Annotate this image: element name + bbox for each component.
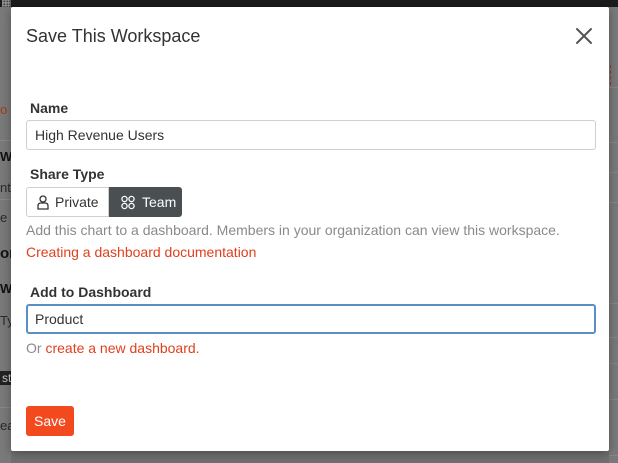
dashboard-label: Add to Dashboard (30, 284, 152, 300)
or-prefix: Or (26, 340, 46, 356)
share-type-toggle: Private Team (26, 187, 182, 217)
background-divider (609, 399, 618, 400)
background-divider (0, 199, 11, 200)
background-left-strip: o c Wh nt e ori Wh Ty st ea (0, 7, 20, 463)
background-divider (609, 142, 618, 143)
team-icon (120, 195, 136, 210)
create-dashboard-link[interactable]: create a new dashboard. (45, 340, 199, 356)
save-workspace-dialog: Save This Workspace Name Share Type Priv… (11, 7, 609, 451)
dashboard-documentation-link[interactable]: Creating a dashboard documentation (26, 244, 256, 260)
create-dashboard-line: Or create a new dashboard. (26, 340, 200, 356)
background-divider (609, 87, 618, 88)
background-divider (609, 337, 618, 338)
share-team-button[interactable]: Team (109, 187, 182, 217)
background-fragment: e (0, 210, 8, 225)
person-icon (37, 194, 49, 210)
background-divider (609, 172, 618, 173)
dialog-title: Save This Workspace (26, 26, 201, 46)
share-private-label: Private (55, 194, 99, 210)
name-label: Name (30, 100, 69, 116)
share-private-button[interactable]: Private (26, 187, 109, 217)
share-team-label: Team (142, 194, 177, 210)
close-icon (576, 28, 592, 44)
background-fragment: nt (0, 180, 11, 195)
background-right-strip (609, 7, 618, 463)
close-button[interactable] (574, 26, 594, 46)
background-dashed-border (610, 65, 618, 85)
share-type-label: Share Type (30, 166, 105, 182)
background-divider (609, 303, 618, 304)
dashboard-input[interactable] (26, 304, 596, 334)
background-divider (609, 363, 618, 364)
background-divider (609, 455, 618, 456)
share-help-text: Add this chart to a dashboard. Members i… (26, 222, 560, 238)
background-divider (0, 140, 11, 141)
background-divider (609, 202, 618, 203)
save-button[interactable]: Save (26, 406, 74, 436)
background-divider (0, 407, 11, 408)
background-top-bar: ▦ (0, 0, 618, 9)
name-input[interactable] (26, 120, 596, 150)
